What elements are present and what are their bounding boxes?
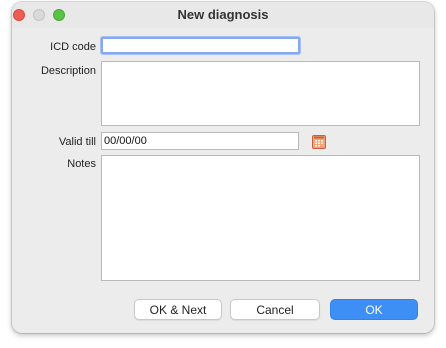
valid-till-label: Valid till	[58, 136, 96, 148]
calendar-icon[interactable]	[312, 135, 326, 149]
ok-button[interactable]: OK	[330, 299, 418, 320]
icd-code-label: ICD code	[50, 41, 96, 53]
valid-till-value: 00/00/00	[104, 135, 147, 147]
icd-code-input[interactable]	[101, 37, 300, 54]
new-diagnosis-dialog: New diagnosis ICD code Description Valid…	[12, 2, 434, 333]
description-label: Description	[40, 65, 96, 77]
description-textarea[interactable]	[101, 61, 420, 126]
window-title: New diagnosis	[177, 7, 269, 22]
notes-textarea[interactable]	[101, 155, 420, 281]
valid-till-input[interactable]: 00/00/00	[101, 132, 299, 150]
notes-label: Notes	[67, 158, 96, 170]
ok-next-button[interactable]: OK & Next	[134, 299, 222, 320]
cancel-button[interactable]: Cancel	[230, 299, 320, 320]
title-bar: New diagnosis	[12, 2, 434, 28]
